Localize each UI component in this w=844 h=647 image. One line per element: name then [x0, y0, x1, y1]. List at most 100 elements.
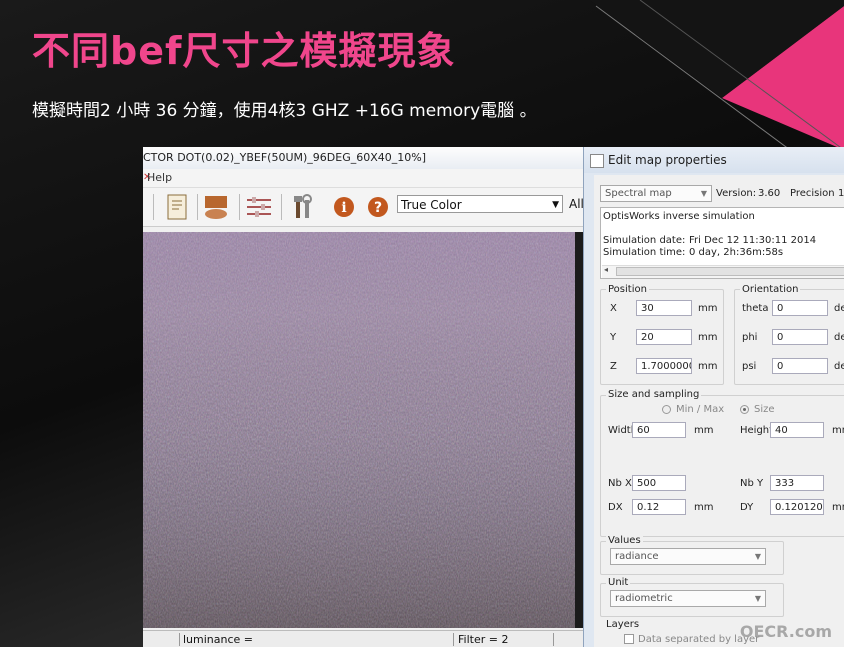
- menu-help[interactable]: Help: [147, 169, 172, 187]
- dy-input[interactable]: 0.12012012: [770, 499, 824, 515]
- dialog-title-bar: Edit map properties: [584, 147, 844, 173]
- unit-select[interactable]: radiometric ▼: [610, 590, 766, 607]
- simulation-date-value: Fri Dec 12 11:30:11 2014: [689, 235, 817, 246]
- y-position-input[interactable]: 20: [636, 329, 692, 345]
- phi-unit: de: [834, 332, 844, 343]
- z-label: Z: [610, 361, 617, 372]
- size-sampling-group: [600, 395, 844, 537]
- psi-input[interactable]: 0: [772, 358, 828, 374]
- theta-label: theta: [742, 303, 769, 314]
- map-viewer-window: CTOR DOT(0.02)_YBEF(50UM)_96DEG_60X40_10…: [143, 147, 586, 647]
- status-filter: Filter = 2: [458, 633, 509, 646]
- simulation-map-image[interactable]: [143, 232, 575, 628]
- scrollbar-thumb[interactable]: [616, 267, 844, 276]
- phi-label: phi: [742, 332, 758, 343]
- report-icon[interactable]: [163, 193, 191, 221]
- x-position-input[interactable]: 30: [636, 300, 692, 316]
- theta-input[interactable]: 0: [772, 300, 828, 316]
- version-label: Version:: [716, 188, 757, 199]
- viewer-toolbar: i ? True Color ▼ All: [143, 188, 586, 227]
- width-input[interactable]: 60: [632, 422, 686, 438]
- psi-label: psi: [742, 361, 757, 372]
- color-mode-select[interactable]: True Color ▼: [397, 195, 563, 213]
- chevron-down-icon: ▼: [754, 594, 761, 603]
- toolbar-separator: [239, 194, 240, 220]
- simulation-time-label: Simulation time:: [603, 247, 686, 258]
- values-selected: radiance: [615, 551, 659, 562]
- chevron-down-icon: ▼: [700, 189, 707, 198]
- dx-input[interactable]: 0.12: [632, 499, 686, 515]
- status-separator: [553, 633, 554, 646]
- simulation-time-value: 0 day, 2h:36m:58s: [689, 247, 784, 258]
- theta-unit: de: [834, 303, 844, 314]
- simulation-date-label: Simulation date:: [603, 235, 686, 246]
- viewer-status-bar: luminance = Filter = 2: [143, 630, 586, 647]
- map-type-value: Spectral map: [605, 188, 672, 199]
- z-position-input[interactable]: 1.70000000: [636, 358, 692, 374]
- watermark: OECR.com: [739, 622, 832, 641]
- nby-input[interactable]: 333: [770, 475, 824, 491]
- info-line-source: OptisWorks inverse simulation: [603, 211, 755, 222]
- dialog-icon: [590, 154, 604, 168]
- height-input[interactable]: 40: [770, 422, 824, 438]
- min-max-label: Min / Max: [676, 404, 725, 415]
- diagonal-line-decoration-2: [639, 0, 844, 151]
- precision-value: 1: [838, 188, 844, 199]
- slide-title: 不同bef尺寸之模擬現象: [32, 29, 456, 73]
- color-mode-value: True Color: [401, 198, 462, 212]
- x-label: X: [610, 303, 617, 314]
- map-type-select[interactable]: Spectral map ▼: [600, 185, 712, 202]
- toolbar-separator: [281, 194, 282, 220]
- unit-selected: radiometric: [615, 593, 673, 604]
- data-separated-checkbox[interactable]: [624, 634, 634, 644]
- chevron-down-icon: ▼: [552, 200, 559, 210]
- position-label: Position: [606, 284, 649, 295]
- z-unit: mm: [698, 361, 718, 372]
- svg-text:?: ?: [374, 200, 382, 216]
- dark-wedge-decoration: [590, 0, 844, 98]
- width-unit: mm: [694, 425, 714, 436]
- adjust-sliders-icon[interactable]: [245, 193, 273, 221]
- scroll-left-icon[interactable]: ◂: [604, 265, 608, 274]
- size-radio-label: Size: [754, 404, 775, 415]
- phi-input[interactable]: 0: [772, 329, 828, 345]
- map-noise-texture: [143, 232, 575, 628]
- orientation-label: Orientation: [740, 284, 801, 295]
- viewer-menu-bar: ✕ Help: [143, 169, 586, 188]
- nbx-label: Nb X: [608, 478, 632, 489]
- svg-text:i: i: [341, 200, 346, 216]
- edit-map-properties-dialog: Edit map properties Spectral map ▼ Versi…: [583, 147, 844, 647]
- dy-label: DY: [740, 502, 754, 513]
- toolbar-separator: [153, 194, 154, 220]
- dx-label: DX: [608, 502, 623, 513]
- status-separator: [179, 633, 180, 646]
- status-luminance: luminance =: [183, 633, 254, 646]
- slide-subtitle: 模擬時間2 小時 36 分鐘，使用4核3 GHZ +16G memory電腦 。: [32, 101, 537, 121]
- height-unit: mm: [832, 425, 844, 436]
- y-unit: mm: [698, 332, 718, 343]
- tools-icon[interactable]: [289, 193, 317, 221]
- dialog-title: Edit map properties: [608, 153, 727, 167]
- toolbar-separator: [197, 194, 198, 220]
- y-label: Y: [610, 332, 617, 343]
- height-label: Height: [740, 425, 774, 436]
- nbx-input[interactable]: 500: [632, 475, 686, 491]
- x-unit: mm: [698, 303, 718, 314]
- size-radio[interactable]: [740, 405, 749, 414]
- min-max-radio[interactable]: [662, 405, 671, 414]
- layers-label: Layers: [606, 619, 640, 630]
- chevron-down-icon: ▼: [754, 552, 761, 561]
- dx-unit: mm: [694, 502, 714, 513]
- info-icon[interactable]: i: [330, 193, 358, 221]
- values-label: Values: [606, 535, 643, 546]
- status-separator: [453, 633, 454, 646]
- dialog-body: Spectral map ▼ Version: 3.60 Precision 1…: [594, 175, 844, 647]
- pink-triangle-decoration: [722, 6, 844, 150]
- values-select[interactable]: radiance ▼: [610, 548, 766, 565]
- psi-unit: de: [834, 361, 844, 372]
- info-horizontal-scrollbar[interactable]: ◂: [602, 265, 844, 278]
- layer-select[interactable]: All: [569, 197, 584, 211]
- precision-label: Precision: [790, 188, 835, 199]
- help-icon[interactable]: ?: [364, 193, 392, 221]
- surface-icon[interactable]: [203, 193, 231, 221]
